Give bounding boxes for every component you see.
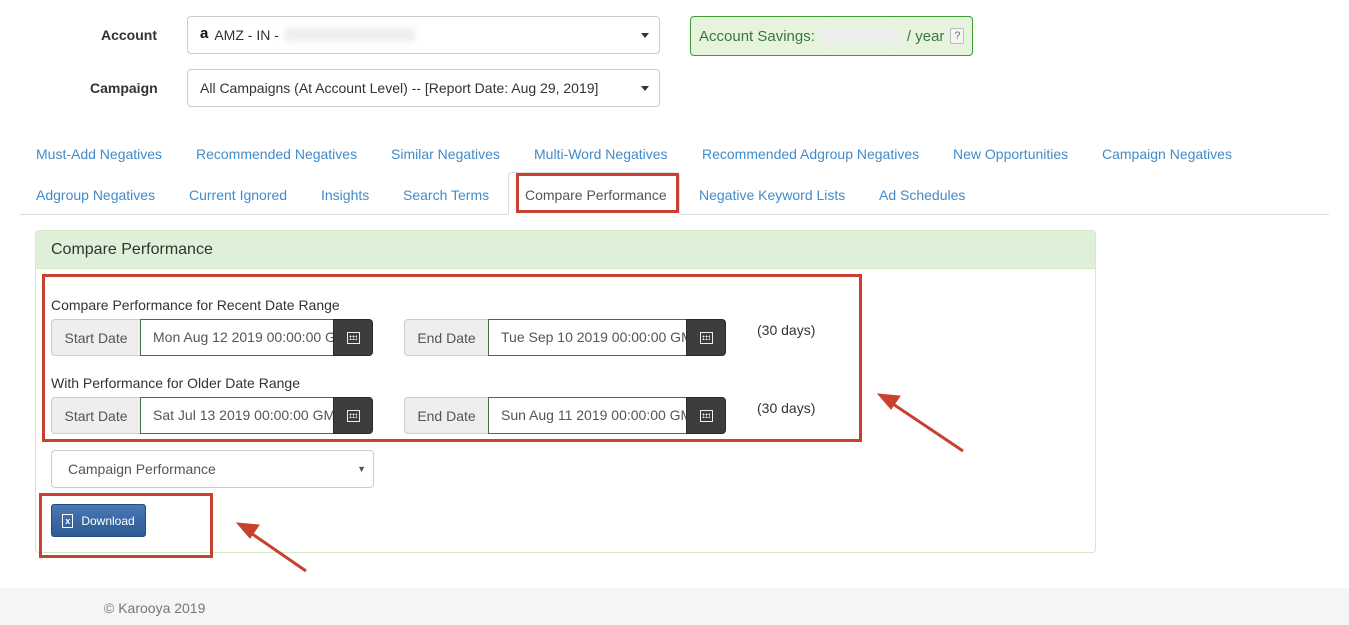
footer: © Karooya 2019	[0, 588, 1349, 625]
annotation-arrows	[235, 393, 964, 573]
arrow-to-download	[247, 529, 307, 573]
arrow-to-date-ranges	[889, 400, 964, 453]
footer-copyright: © Karooya 2019	[104, 600, 206, 616]
